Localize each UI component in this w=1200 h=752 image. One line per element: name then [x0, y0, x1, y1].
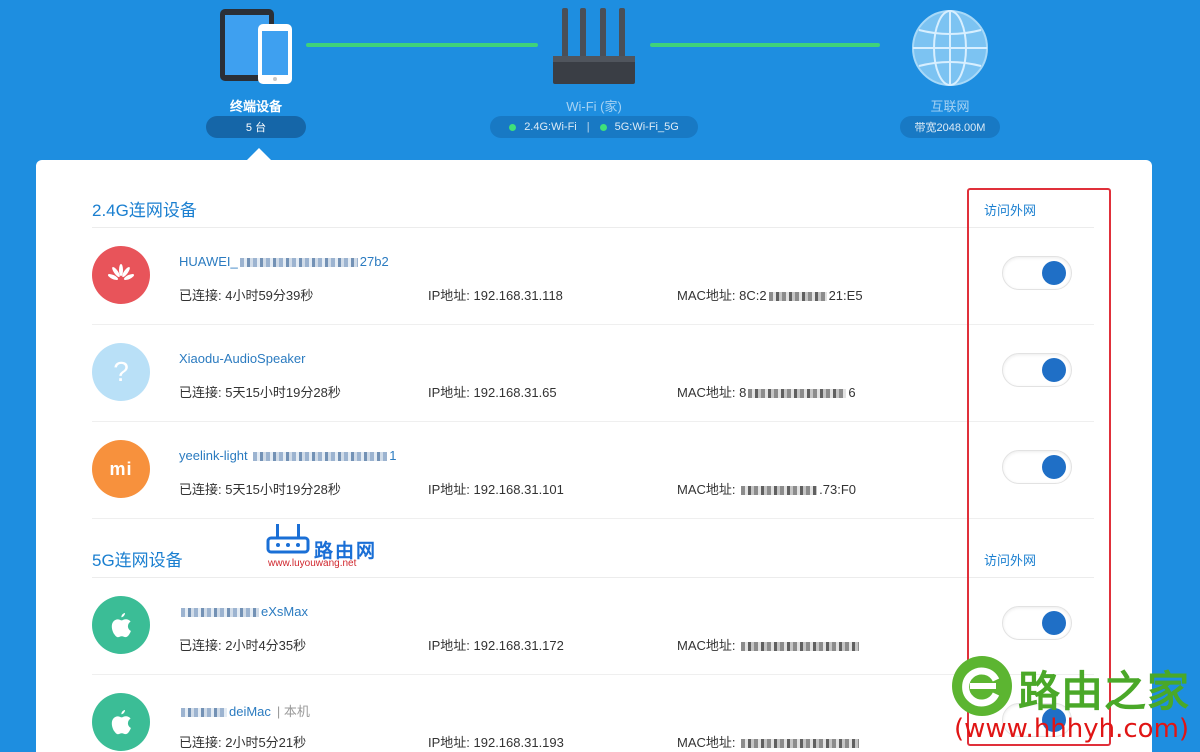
device-mac: MAC地址: 8C:2 21:E5 [677, 288, 863, 303]
device-name[interactable]: eXsMax [179, 604, 308, 619]
device-mac: MAC地址: 86 [677, 385, 856, 400]
device-ip: IP地址: 192.168.31.65 [428, 385, 557, 400]
network-topology: 终端设备 5 台 Wi-Fi (家) 2.4G:Wi-Fi | 5G:Wi-Fi… [0, 0, 1200, 160]
section-title-5g: 5G连网设备 [92, 551, 183, 570]
this-device-tag: | 本机 [276, 704, 310, 719]
device-connected-time: 已连接: 4小时59分39秒 [179, 288, 314, 303]
mi-logo-icon: mi [109, 458, 133, 479]
link-line-devices-wifi [306, 43, 538, 47]
wifi-bands-badge: 2.4G:Wi-Fi | 5G:Wi-Fi_5G [490, 116, 698, 138]
devices-count-badge: 5 台 [206, 116, 306, 138]
device-row: mi yeelink-light 1 已连接: 5天15小时19分28秒 IP地… [92, 422, 1094, 519]
wifi-24-status-dot [509, 123, 517, 131]
router-icon[interactable] [552, 6, 636, 88]
device-ip: IP地址: 192.168.31.101 [428, 482, 564, 497]
device-ip: IP地址: 192.168.31.118 [428, 288, 563, 303]
luyouwang-url: www.luyouwang.net [268, 558, 357, 569]
device-avatar [92, 246, 150, 304]
device-avatar: mi [92, 440, 150, 498]
device-name[interactable]: yeelink-light 1 [179, 448, 397, 463]
device-name[interactable]: Xiaodu-AudioSpeaker [179, 351, 305, 366]
section-header-5g: 5G连网设备 访问外网 [92, 538, 1094, 578]
devices-icon[interactable] [218, 6, 296, 86]
hhhyh-logo-icon [952, 656, 1012, 716]
device-ip: IP地址: 192.168.31.193 [428, 735, 564, 750]
device-mac: MAC地址: .73:F0 [677, 482, 856, 497]
section-title-24g: 2.4G连网设备 [92, 201, 197, 220]
question-icon: ? [113, 356, 129, 387]
luyouwang-watermark: 路由网 www.luyouwang.net [266, 524, 396, 574]
device-name[interactable]: deiMac | 本机 [179, 701, 310, 720]
device-connected-time: 已连接: 2小时5分21秒 [179, 735, 307, 750]
device-connected-time: 已连接: 2小时4分35秒 [179, 638, 307, 653]
bandwidth-badge: 带宽2048.00M [900, 116, 1000, 138]
link-line-wifi-internet [650, 43, 880, 47]
wifi-label[interactable]: Wi-Fi (家) [544, 96, 644, 115]
device-row: eXsMax 已连接: 2小时4分35秒 IP地址: 192.168.31.17… [92, 578, 1094, 675]
wifi-24-label: 2.4G:Wi-Fi [524, 121, 577, 133]
device-avatar [92, 693, 150, 751]
apple-icon [111, 710, 131, 735]
hhhyh-url: (www.hhhyh.com) [954, 714, 1190, 744]
huawei-logo-icon [108, 264, 134, 280]
device-row: HUAWEI_ 27b2 已连接: 4小时59分39秒 IP地址: 192.168… [92, 228, 1094, 325]
hhhyh-watermark: 路由之家 (www.hhhyh.com) [946, 652, 1200, 752]
device-avatar [92, 596, 150, 654]
selected-node-pointer [247, 148, 271, 160]
section-header-24g: 2.4G连网设备 访问外网 [92, 188, 1094, 228]
router-logo-icon [266, 524, 310, 554]
internet-label[interactable]: 互联网 [900, 96, 1000, 115]
device-avatar: ? [92, 343, 150, 401]
apple-icon [111, 613, 131, 638]
devices-label[interactable]: 终端设备 [206, 96, 306, 115]
globe-icon[interactable] [910, 8, 990, 88]
wifi-separator: | [586, 121, 590, 133]
device-name[interactable]: HUAWEI_ 27b2 [179, 254, 389, 269]
wifi-5-label: 5G:Wi-Fi_5G [614, 121, 679, 133]
device-mac: MAC地址: [677, 732, 861, 751]
hhhyh-title: 路由之家 [1018, 668, 1191, 715]
device-ip: IP地址: 192.168.31.172 [428, 638, 564, 653]
device-connected-time: 已连接: 5天15小时19分28秒 [179, 482, 341, 497]
device-row: deiMac | 本机 已连接: 2小时5分21秒 IP地址: 192.168.3… [92, 675, 1094, 752]
device-mac: MAC地址: [677, 635, 861, 654]
wifi-5-status-dot [599, 123, 607, 131]
device-row: ? Xiaodu-AudioSpeaker 已连接: 5天15小时19分28秒 … [92, 325, 1094, 422]
device-connected-time: 已连接: 5天15小时19分28秒 [179, 385, 341, 400]
